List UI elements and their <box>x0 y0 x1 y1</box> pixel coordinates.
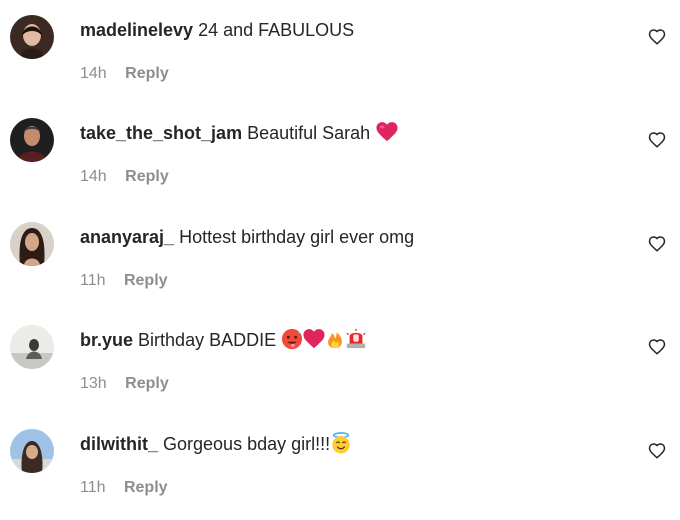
comments-list: madelinelevy 24 and FABULOUS 14h Reply t… <box>0 0 680 520</box>
comment-body: ananyaraj_ Hottest birthday girl ever om… <box>80 225 620 291</box>
username-link[interactable]: br.yue <box>80 330 133 350</box>
comment-meta: 11h Reply <box>80 271 620 291</box>
avatar-image <box>10 325 54 369</box>
heart-outline-icon[interactable] <box>648 131 666 149</box>
comment-line: take_the_shot_jam Beautiful Sarah <box>80 121 620 145</box>
comment-item: br.yue Birthday BADDIE 13h Reply <box>0 310 680 410</box>
comment-meta: 14h Reply <box>80 167 620 187</box>
fire-emoji <box>325 328 345 350</box>
comment-line: br.yue Birthday BADDIE <box>80 328 620 352</box>
reply-button[interactable]: Reply <box>125 65 169 82</box>
police-light-emoji <box>345 328 367 350</box>
avatar-image <box>10 15 54 59</box>
avatar[interactable] <box>10 118 54 162</box>
timestamp[interactable]: 14h <box>80 65 107 82</box>
comment-body: dilwithit_ Gorgeous bday girl!!! 11h Rep… <box>80 432 620 498</box>
heart-outline-icon[interactable] <box>648 442 666 460</box>
comment-item: take_the_shot_jam Beautiful Sarah 14h Re… <box>0 103 680 203</box>
avatar[interactable] <box>10 429 54 473</box>
avatar[interactable] <box>10 15 54 59</box>
red-heart-emoji <box>303 328 325 350</box>
avatar-image <box>10 222 54 266</box>
username-link[interactable]: ananyaraj_ <box>80 227 174 247</box>
comment-meta: 13h Reply <box>80 374 620 394</box>
avatar[interactable] <box>10 222 54 266</box>
timestamp[interactable]: 11h <box>80 272 106 289</box>
heart-outline-icon[interactable] <box>648 28 666 46</box>
comment-line: ananyaraj_ Hottest birthday girl ever om… <box>80 225 620 249</box>
comment-text: Beautiful Sarah <box>247 123 371 143</box>
comment-body: take_the_shot_jam Beautiful Sarah 14h Re… <box>80 121 620 187</box>
comment-line: madelinelevy 24 and FABULOUS <box>80 18 620 42</box>
heart-outline-icon[interactable] <box>648 235 666 253</box>
avatar[interactable] <box>10 325 54 369</box>
hot-face-emoji <box>281 328 303 350</box>
timestamp[interactable]: 11h <box>80 479 106 496</box>
comment-text: 24 and FABULOUS <box>198 20 355 40</box>
reply-button[interactable]: Reply <box>125 168 169 185</box>
timestamp[interactable]: 14h <box>80 168 107 185</box>
comment-item: ananyaraj_ Hottest birthday girl ever om… <box>0 207 680 307</box>
reply-button[interactable]: Reply <box>124 272 168 289</box>
reply-button[interactable]: Reply <box>125 375 169 392</box>
avatar-image <box>10 118 54 162</box>
username-link[interactable]: take_the_shot_jam <box>80 123 242 143</box>
comment-text: Hottest birthday girl ever omg <box>179 227 415 247</box>
comment-line: dilwithit_ Gorgeous bday girl!!! <box>80 432 620 456</box>
smiling-face-with-halo-emoji <box>330 432 352 454</box>
comment-text: Birthday BADDIE <box>138 330 277 350</box>
username-link[interactable]: dilwithit_ <box>80 434 158 454</box>
heart-outline-icon[interactable] <box>648 338 666 356</box>
red-heart-emoji <box>375 121 399 143</box>
avatar-image <box>10 429 54 473</box>
comment-meta: 14h Reply <box>80 64 620 84</box>
comment-body: madelinelevy 24 and FABULOUS 14h Reply <box>80 18 620 84</box>
comment-text: Gorgeous bday girl!!! <box>163 434 331 454</box>
comment-body: br.yue Birthday BADDIE 13h Reply <box>80 328 620 394</box>
comment-item: dilwithit_ Gorgeous bday girl!!! 11h Rep… <box>0 414 680 514</box>
comment-item: madelinelevy 24 and FABULOUS 14h Reply <box>0 0 680 100</box>
comment-meta: 11h Reply <box>80 478 620 498</box>
timestamp[interactable]: 13h <box>80 375 107 392</box>
username-link[interactable]: madelinelevy <box>80 20 193 40</box>
reply-button[interactable]: Reply <box>124 479 168 496</box>
